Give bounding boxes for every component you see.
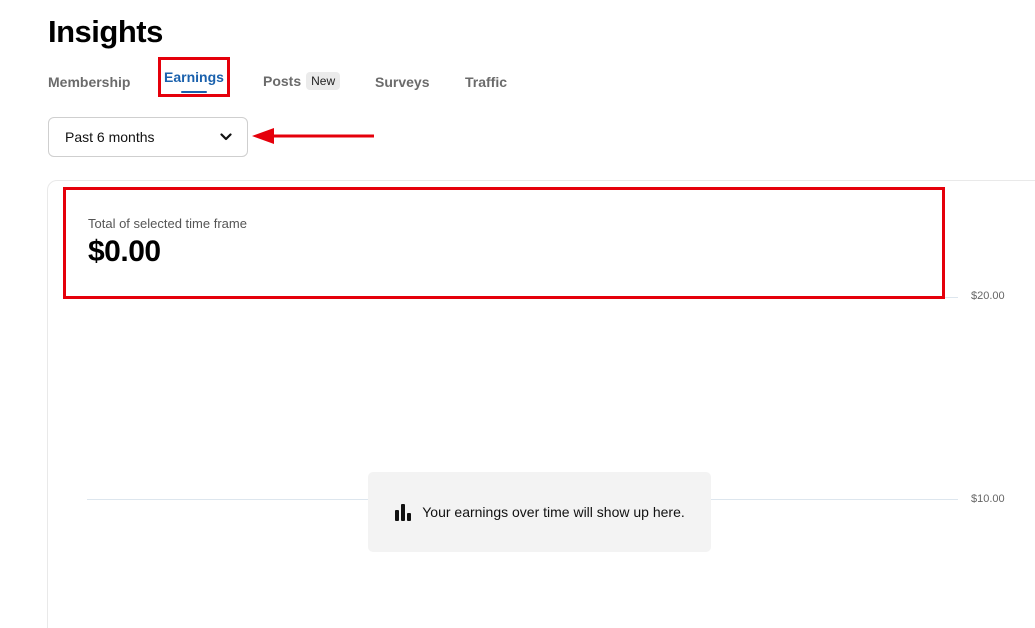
page-title: Insights	[48, 14, 163, 49]
tab-surveys[interactable]: Surveys	[375, 74, 429, 90]
chart-empty-state: Your earnings over time will show up her…	[368, 472, 711, 552]
bar-chart-icon	[394, 503, 412, 521]
tab-traffic[interactable]: Traffic	[465, 74, 507, 90]
new-badge: New	[306, 72, 341, 90]
tab-posts-label: Posts	[263, 73, 302, 89]
tab-earnings[interactable]: Earnings	[158, 57, 230, 97]
total-label: Total of selected time frame	[88, 216, 247, 231]
tab-earnings-label: Earnings	[164, 69, 224, 85]
time-range-selected: Past 6 months	[65, 129, 155, 145]
y-axis-tick-20: $20.00	[971, 290, 1005, 302]
total-value: $0.00	[88, 235, 161, 268]
tab-posts[interactable]: Posts New	[263, 72, 341, 90]
time-range-dropdown[interactable]: Past 6 months	[48, 117, 248, 157]
insights-page: Insights Membership Earnings Posts New S…	[0, 0, 1035, 628]
earnings-total-summary: Total of selected time frame $0.00	[63, 187, 945, 299]
chevron-down-icon	[219, 130, 233, 144]
empty-state-message: Your earnings over time will show up her…	[422, 504, 685, 520]
annotation-arrow-icon	[252, 128, 374, 144]
tab-membership[interactable]: Membership	[48, 74, 130, 90]
y-axis-tick-10: $10.00	[971, 493, 1005, 505]
active-tab-indicator	[181, 91, 207, 93]
